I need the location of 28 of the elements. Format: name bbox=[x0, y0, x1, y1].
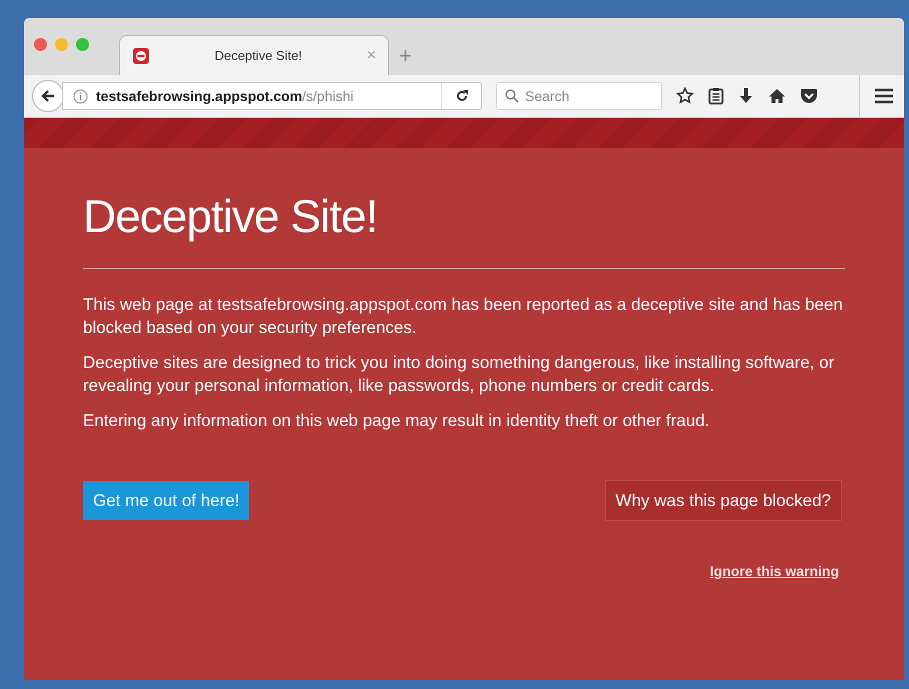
home-icon[interactable] bbox=[768, 88, 786, 104]
why-blocked-button[interactable]: Why was this page blocked? bbox=[604, 480, 842, 521]
warning-paragraph: Entering any information on this web page may result in identity theft or other fraud. bbox=[83, 410, 711, 432]
search-icon bbox=[505, 89, 519, 103]
warning-paragraph: Deceptive sites are designed to trick you into doing something dangerous, like installing software, or revealing your personal information, like passwords, phone numbers or credit cards. bbox=[83, 352, 836, 396]
new-tab-button[interactable]: + bbox=[399, 45, 412, 67]
search-placeholder: Search bbox=[525, 86, 570, 106]
info-icon bbox=[73, 88, 88, 104]
url-path: /s/phishi bbox=[302, 88, 354, 104]
browser-tab[interactable]: Deceptive Site! × bbox=[119, 35, 389, 75]
reload-icon[interactable] bbox=[454, 89, 468, 103]
shield-icon[interactable] bbox=[800, 88, 818, 104]
back-button[interactable] bbox=[32, 80, 64, 112]
download-arrow-icon[interactable] bbox=[738, 87, 754, 105]
warning-paragraph: This web page at testsafebrowsing.appspot.com has been reported as a deceptive site and has been blocked based on your security preferences. bbox=[83, 294, 844, 338]
get-me-out-button[interactable]: Get me out of here! bbox=[83, 480, 250, 520]
address-bar[interactable]: testsafebrowsing.appspot.com/s/phishi bbox=[62, 82, 482, 110]
clipboard-icon[interactable] bbox=[708, 87, 724, 105]
back-arrow-icon bbox=[40, 88, 56, 104]
ignore-warning-link[interactable]: Ignore this warning bbox=[710, 561, 839, 582]
url-domain: testsafebrowsing.appspot.com bbox=[96, 88, 302, 104]
search-field[interactable]: Search bbox=[496, 82, 662, 110]
blocked-site-icon bbox=[132, 46, 150, 64]
page-heading: Deceptive Site! bbox=[83, 189, 378, 244]
star-icon[interactable] bbox=[676, 87, 694, 105]
tab-title: Deceptive Site! bbox=[214, 46, 304, 65]
menu-icon[interactable] bbox=[874, 88, 894, 104]
tab-close-button[interactable]: × bbox=[366, 44, 376, 68]
